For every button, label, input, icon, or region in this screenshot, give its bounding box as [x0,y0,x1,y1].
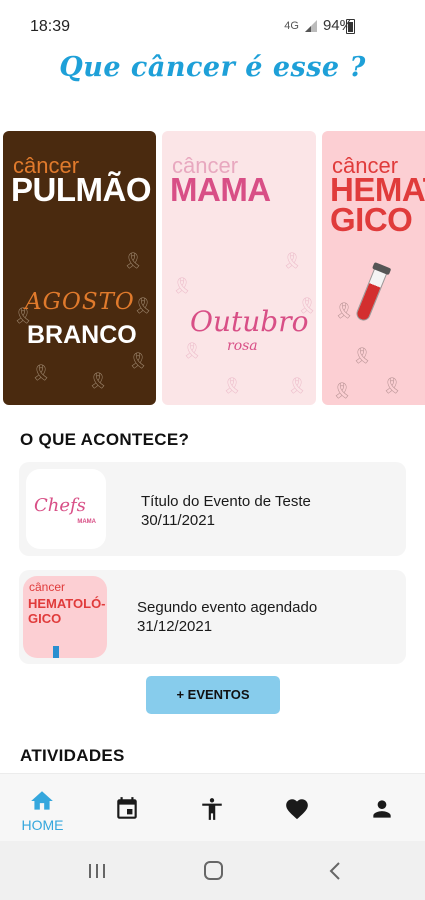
banner-title: MAMA [170,171,271,208]
nav-item-home[interactable]: HOME [0,774,85,842]
system-home-icon[interactable] [200,859,228,883]
banner-title: HEMATOGICO [330,171,425,238]
banner-subtitle-1: Outubro [190,305,309,338]
event-title: Segundo evento agendado [137,599,318,616]
status-bar: 18:39 4G 94% [0,0,425,52]
activities-section-title: ATIVIDADES [20,746,125,765]
ribbon-icon: 🎗 [282,253,303,270]
nav-item-favorites[interactable] [255,774,340,842]
thumbnail-subtext: MAMA [77,519,96,525]
nav-item-calendar[interactable] [85,774,170,842]
ribbon-icon: 🎗 [287,378,308,395]
home-icon [31,791,53,810]
accessibility-icon [202,798,222,820]
ribbon-icon: 🎗 [334,303,355,320]
nav-label-home: HOME [21,817,64,833]
event-date: 31/12/2021 [137,618,213,635]
event-card[interactable]: Chefs MAMA Título do Evento de Teste 30/… [19,462,406,556]
ribbon-icon: 🎗 [182,343,203,360]
test-tube-icon [53,646,59,658]
ribbon-icon: 🎗 [382,378,403,395]
heart-icon [286,799,308,820]
calendar-icon [117,797,137,819]
battery-icon [346,19,355,34]
signal-icon [304,19,317,32]
test-tube-icon [354,267,388,323]
thumbnail-big-text: HEMATOLÓ- GICO [28,596,106,626]
event-thumbnail: câncer HEMATOLÓ- GICO [23,576,107,658]
event-thumbnail: Chefs MAMA [26,469,106,549]
banner-subtitle-1: AGOSTO [25,289,135,315]
ribbon-icon: 🎗 [123,253,144,270]
recent-apps-icon[interactable] [83,859,111,883]
ribbon-icon: 🎗 [222,378,243,395]
thumbnail-small-text: câncer [29,580,66,594]
status-time: 18:39 [30,18,71,35]
ribbon-icon: 🎗 [172,278,193,295]
banner-subtitle-2: rosa [227,338,258,354]
ribbon-icon: 🎗 [128,353,149,370]
status-indicators: 4G 94% [284,17,353,34]
event-card[interactable]: câncer HEMATOLÓ- GICO Segundo evento agen… [19,570,406,664]
back-icon[interactable] [322,859,350,883]
ribbon-icon: 🎗 [133,298,154,315]
banner-card-hematologico[interactable]: câncer HEMATOGICO 🎗 🎗 🎗 🎗 [322,131,425,405]
more-events-button[interactable]: + EVENTOS [146,676,280,714]
nav-item-activities[interactable] [170,774,255,842]
person-icon [373,800,391,818]
nav-item-profile[interactable] [340,774,425,842]
banner-title: PULMÃO [11,171,152,208]
app-logo: Que câncer é esse ? [0,52,425,104]
thumbnail-text: Chefs [34,495,86,516]
ribbon-icon: 🎗 [332,383,353,400]
banner-subtitle-2: BRANCO [27,321,137,349]
logo-text: Que câncer é esse ? [59,52,366,83]
ribbon-icon: 🎗 [88,373,109,390]
banner-card-mama[interactable]: câncer MAMA 🎗 🎗 🎗 🎗 🎗 🎗 Outubro rosa [162,131,316,405]
ribbon-icon: 🎗 [352,348,373,365]
event-title: Título do Evento de Teste [141,493,311,510]
system-navigation-bar [0,841,425,900]
event-date: 30/11/2021 [141,512,215,529]
banner-card-pulmao[interactable]: câncer PULMÃO 🎗 🎗 🎗 🎗 🎗 🎗 AGOSTO BRANCO [3,131,156,405]
events-section-title: O QUE ACONTECE? [20,430,190,449]
ribbon-icon: 🎗 [31,365,52,382]
banner-carousel[interactable]: câncer PULMÃO 🎗 🎗 🎗 🎗 🎗 🎗 AGOSTO BRANCO … [0,131,425,405]
bottom-navigation: HOME [0,773,425,841]
network-icon: 4G [284,19,299,32]
